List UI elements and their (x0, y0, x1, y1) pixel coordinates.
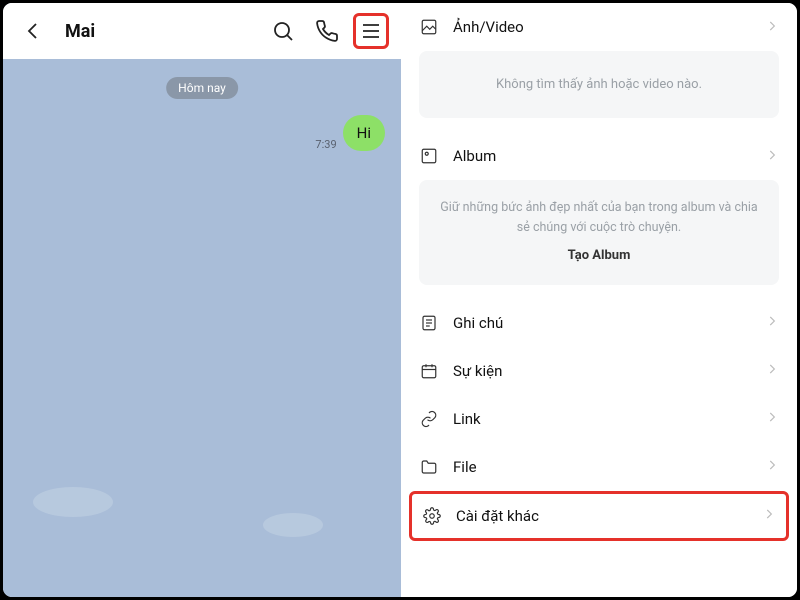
section-label: Sự kiện (453, 362, 751, 380)
chevron-right-icon (765, 361, 779, 380)
album-empty-state: Giữ những bức ảnh đẹp nhất của bạn trong… (419, 180, 779, 285)
album-icon (419, 146, 439, 166)
chat-pane: Mai Hôm nay 7:39 Hi (3, 3, 401, 597)
search-icon[interactable] (265, 13, 301, 49)
section-label: Cài đặt khác (456, 507, 748, 525)
decorative-cloud (263, 513, 323, 537)
section-notes[interactable]: Ghi chú (401, 299, 797, 347)
side-panel: Ảnh/Video Không tìm thấy ảnh hoặc video … (401, 3, 797, 597)
message-row: 7:39 Hi (315, 115, 385, 151)
date-label: Hôm nay (166, 77, 238, 99)
gear-icon (422, 506, 442, 526)
section-album[interactable]: Album (401, 132, 797, 180)
section-other-settings[interactable]: Cài đặt khác (412, 494, 786, 538)
call-icon[interactable] (309, 13, 345, 49)
message-time: 7:39 (315, 138, 336, 151)
section-photo-video[interactable]: Ảnh/Video (401, 3, 797, 51)
chevron-right-icon (765, 313, 779, 332)
calendar-icon (419, 361, 439, 381)
section-file[interactable]: File (401, 443, 797, 491)
section-label: Link (453, 410, 751, 428)
section-label: File (453, 458, 751, 476)
chevron-right-icon (762, 506, 776, 525)
back-button[interactable] (15, 13, 51, 49)
chat-header: Mai (3, 3, 401, 59)
chevron-right-icon (765, 18, 779, 37)
note-icon (419, 313, 439, 333)
album-hint: Giữ những bức ảnh đẹp nhất của bạn trong… (437, 198, 761, 238)
section-label: Ảnh/Video (453, 18, 751, 36)
section-events[interactable]: Sự kiện (401, 347, 797, 395)
message-bubble[interactable]: Hi (343, 115, 385, 151)
chevron-right-icon (765, 457, 779, 476)
folder-icon (419, 457, 439, 477)
menu-button[interactable] (353, 13, 389, 49)
section-link[interactable]: Link (401, 395, 797, 443)
chat-body: Hôm nay 7:39 Hi (3, 59, 401, 597)
chevron-right-icon (765, 409, 779, 428)
chat-title: Mai (65, 21, 95, 42)
settings-highlight: Cài đặt khác (409, 491, 789, 541)
image-icon (419, 17, 439, 37)
section-label: Album (453, 147, 751, 165)
decorative-cloud (33, 487, 113, 517)
section-label: Ghi chú (453, 314, 751, 332)
create-album-button[interactable]: Tạo Album (437, 246, 761, 267)
photo-empty-state: Không tìm thấy ảnh hoặc video nào. (419, 51, 779, 118)
link-icon (419, 409, 439, 429)
chevron-right-icon (765, 147, 779, 166)
